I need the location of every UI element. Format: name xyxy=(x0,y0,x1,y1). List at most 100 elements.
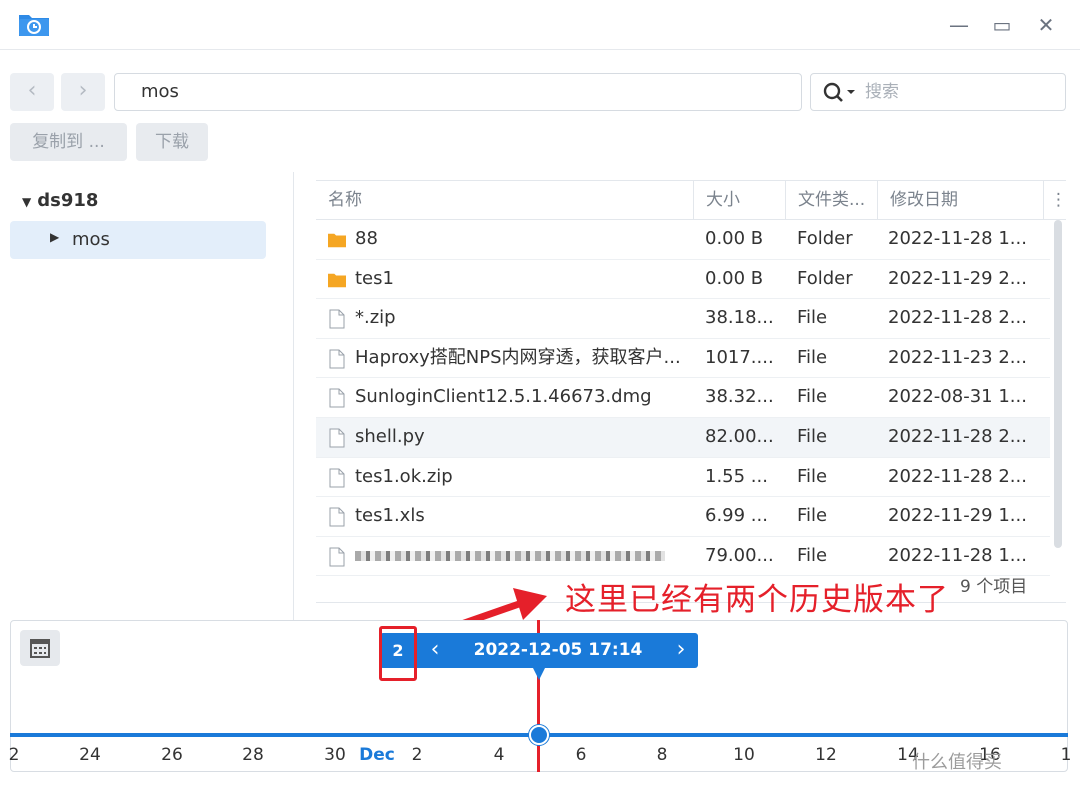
file-name: *.zip xyxy=(355,307,396,329)
timeline-tick-label: 12 xyxy=(815,745,837,765)
annotation-text: 这里已经有两个历史版本了 xyxy=(565,582,949,618)
download-button[interactable]: 下载 xyxy=(136,123,208,161)
file-size: 6.99 ... xyxy=(705,505,768,527)
table-row[interactable]: SunloginClient12.5.1.46673.dmg 38.32... Fi… xyxy=(316,378,1050,418)
caret-right-icon: ▶ xyxy=(50,230,60,244)
version-selector: 2 ‹ 2022-12-05 17:14 › xyxy=(380,633,698,668)
timeline-tick-label: 30 xyxy=(324,745,346,765)
file-modified: 2022-11-23 2... xyxy=(888,346,1027,368)
file-icon xyxy=(329,468,345,488)
timeline-tick-label: 2 xyxy=(411,745,423,765)
table-row[interactable]: 88 0.00 B Folder 2022-11-28 1... xyxy=(316,220,1050,260)
version-selector-pointer xyxy=(533,668,545,680)
table-row[interactable]: shell.py 82.00... File 2022-11-28 2... xyxy=(316,418,1050,458)
file-name: 88 xyxy=(355,228,378,249)
file-size: 79.00... xyxy=(705,544,774,566)
timeline-tick-label: 1 xyxy=(1060,745,1072,765)
folder-icon xyxy=(328,233,346,248)
table-row[interactable]: tes1.ok.zip 1.55 ... File 2022-11-28 2... xyxy=(316,458,1050,498)
next-version-button[interactable]: › xyxy=(666,633,696,668)
folder-icon xyxy=(328,273,346,287)
column-size[interactable]: 大小 xyxy=(693,181,785,219)
timeline-handle[interactable] xyxy=(529,725,549,745)
file-name: tes1 xyxy=(355,267,394,289)
forward-button[interactable]: › xyxy=(61,73,105,111)
close-button[interactable]: ✕ xyxy=(1033,12,1059,38)
file-modified: 2022-11-29 1... xyxy=(888,505,1027,527)
tree-node-ds918[interactable]: ▼ ds918 xyxy=(22,190,98,211)
file-icon xyxy=(329,309,345,329)
file-name: SunloginClient12.5.1.46673.dmg xyxy=(355,386,652,408)
file-modified: 2022-11-28 2... xyxy=(888,426,1027,447)
search-placeholder: 搜索 xyxy=(865,82,899,102)
timeline-tick-label: 10 xyxy=(733,745,755,765)
timeline-month-label: Dec xyxy=(359,745,395,765)
file-name: shell.py xyxy=(355,426,425,447)
item-count: 9 个项目 xyxy=(960,577,1028,597)
timeline-tick-label: 4 xyxy=(493,745,505,765)
minimize-button[interactable]: — xyxy=(946,12,972,38)
file-icon xyxy=(329,547,345,567)
file-modified: 2022-11-28 1... xyxy=(888,544,1027,566)
file-size: 38.32... xyxy=(705,386,774,408)
search-icon xyxy=(823,82,855,102)
file-name: Haproxy搭配NPS内网穿透，获取客户... xyxy=(355,346,681,368)
file-icon xyxy=(329,388,345,408)
sidebar-divider xyxy=(293,172,294,620)
timeline-tick-label: 28 xyxy=(242,745,264,765)
file-type: File xyxy=(797,465,828,487)
table-row[interactable]: tes1.xls 6.99 ... File 2022-11-29 1... xyxy=(316,497,1050,537)
file-name: tes1.xls xyxy=(355,505,425,527)
file-type: File xyxy=(797,307,828,329)
table-header: 名称 大小 文件类... 修改日期 ⋮ xyxy=(316,180,1066,220)
file-name: tes1.ok.zip xyxy=(355,465,453,487)
file-icon xyxy=(329,349,345,369)
tree-root-label: ds918 xyxy=(37,190,99,211)
file-type: File xyxy=(797,426,828,447)
table-scrollbar[interactable] xyxy=(1054,220,1062,548)
timeline-tick-label: 6 xyxy=(575,745,587,765)
title-bar xyxy=(0,0,1080,50)
timeline-tick-label: 8 xyxy=(656,745,668,765)
caret-down-icon: ▼ xyxy=(22,195,32,209)
table-row[interactable]: Haproxy搭配NPS内网穿透，获取客户... 1017.... File 2022… xyxy=(316,339,1050,379)
copy-to-button[interactable]: 复制到 ... xyxy=(10,123,127,161)
file-size: 38.18... xyxy=(705,307,774,329)
file-size: 82.00... xyxy=(705,426,774,447)
file-icon xyxy=(329,507,345,527)
column-menu-icon[interactable]: ⋮ xyxy=(1043,181,1066,219)
file-icon xyxy=(329,428,345,448)
file-modified: 2022-11-28 2... xyxy=(888,307,1027,329)
file-size: 0.00 B xyxy=(705,228,764,249)
path-input[interactable]: mos xyxy=(114,73,802,111)
column-type[interactable]: 文件类... xyxy=(785,181,877,219)
file-type: File xyxy=(797,386,828,408)
file-type: File xyxy=(797,346,828,368)
file-type: Folder xyxy=(797,267,853,289)
timeline-tick-label: 24 xyxy=(79,745,101,765)
file-size: 1.55 ... xyxy=(705,465,768,487)
calendar-button[interactable] xyxy=(20,630,60,666)
column-modified[interactable]: 修改日期 xyxy=(877,181,1043,219)
file-size: 0.00 B xyxy=(705,267,764,289)
maximize-button[interactable]: ▭ xyxy=(989,12,1015,38)
file-type: File xyxy=(797,544,828,566)
table-row[interactable]: 79.00... File 2022-11-28 1... xyxy=(316,537,1050,577)
watermark: 什么值得买 xyxy=(912,752,1002,773)
timeline-tick-label: 26 xyxy=(161,745,183,765)
file-modified: 2022-11-28 2... xyxy=(888,465,1027,487)
app-icon xyxy=(19,15,49,36)
search-input[interactable]: 搜索 xyxy=(810,73,1066,111)
column-name[interactable]: 名称 xyxy=(316,181,693,219)
table-row[interactable]: *.zip 38.18... File 2022-11-28 2... xyxy=(316,299,1050,339)
prev-version-button[interactable]: ‹ xyxy=(420,633,450,668)
file-modified: 2022-08-31 1... xyxy=(888,386,1027,408)
table-row[interactable]: tes1 0.00 B Folder 2022-11-29 2... xyxy=(316,260,1050,300)
timeline-tick-label: 2 xyxy=(8,745,20,765)
file-size: 1017.... xyxy=(705,346,774,368)
back-button[interactable]: ‹ xyxy=(10,73,54,111)
file-type: File xyxy=(797,505,828,527)
version-date: 2022-12-05 17:14 xyxy=(473,640,643,660)
tree-node-mos[interactable]: ▶ mos xyxy=(10,221,266,259)
file-type: Folder xyxy=(797,228,853,249)
